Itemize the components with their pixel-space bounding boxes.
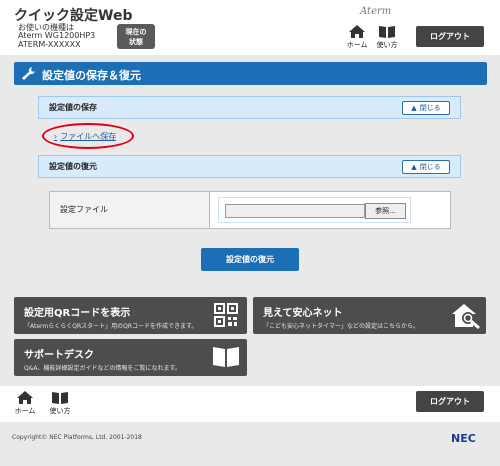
qr-code-tile[interactable]: 設定用QRコードを表示 「AtermらくらくQRスタート」用のQRコードを作成で…	[14, 297, 247, 334]
device-id: ATERM-XXXXXX	[18, 40, 81, 49]
footer-howto-nav[interactable]: 使い方	[47, 390, 73, 417]
home-icon	[349, 25, 365, 38]
home-nav[interactable]: ホーム	[344, 24, 370, 51]
restore-section-header: 設定値の復元 ▲ 閉じる	[38, 155, 461, 178]
anshin-tile-desc: 「こども安心ネットタイマー」などの設定はこちらから。	[263, 323, 420, 330]
current-status-button[interactable]: 現在の 状態	[117, 24, 155, 49]
howto-nav[interactable]: 使い方	[374, 24, 400, 51]
browse-button[interactable]: 参照...	[365, 203, 406, 219]
file-picker: 参照...	[218, 197, 411, 223]
save-section-close-button[interactable]: ▲ 閉じる	[402, 101, 450, 115]
book-icon	[379, 26, 395, 38]
nec-logo: NEC	[451, 432, 476, 445]
close-label: 閉じる	[419, 163, 441, 171]
file-path-field[interactable]	[225, 204, 365, 218]
bullet-icon: ›	[54, 132, 58, 141]
save-link-row: › ファイルへ保存	[38, 120, 461, 152]
footer-home-label: ホーム	[14, 407, 36, 415]
footer-home-nav[interactable]: ホーム	[12, 390, 38, 417]
status-button-line2: 状態	[129, 38, 143, 46]
qr-tile-desc: 「AtermらくらくQRスタート」用のQRコードを作成できます。	[24, 323, 198, 330]
copyright-text: Copyright© NEC Platforms, Ltd. 2001-2018	[12, 434, 142, 441]
home-label: ホーム	[346, 41, 368, 49]
house-search-icon	[452, 304, 480, 329]
settings-file-label-cell: 設定ファイル	[50, 192, 210, 228]
chevron-up-icon: ▲	[411, 104, 417, 112]
home-icon	[17, 391, 33, 404]
anshin-tile-title: 見えて安心ネット	[263, 308, 343, 319]
logout-button[interactable]: ログアウト	[416, 26, 484, 47]
support-tile-title: サポートデスク	[24, 350, 94, 361]
wrench-icon	[22, 67, 35, 80]
support-tile-desc: Q&A、機能詳細設定ガイドなどの情報をご覧になれます。	[24, 365, 181, 372]
save-to-file-link[interactable]: › ファイルへ保存	[54, 131, 116, 142]
restore-section-title: 設定値の復元	[49, 162, 97, 171]
save-section-header: 設定値の保存 ▲ 閉じる	[38, 96, 461, 119]
restore-settings-button[interactable]: 設定値の復元	[201, 248, 299, 271]
howto-label: 使い方	[376, 41, 398, 49]
status-button-line1: 現在の	[125, 28, 147, 36]
footer-nav: ホーム 使い方 ログアウト	[0, 386, 500, 422]
page-title: 設定値の保存＆復元	[42, 69, 141, 82]
settings-file-table: 設定ファイル 参照...	[49, 191, 451, 229]
settings-file-label: 設定ファイル	[60, 205, 108, 214]
save-link-label: ファイルへ保存	[60, 132, 117, 141]
footer-logout-button[interactable]: ログアウト	[416, 391, 484, 412]
save-section-title: 設定値の保存	[49, 103, 97, 112]
aterm-logo: Aterm	[360, 6, 392, 17]
qr-tile-title: 設定用QRコードを表示	[24, 308, 131, 319]
footer-howto-label: 使い方	[49, 407, 71, 415]
book-icon	[52, 392, 68, 404]
mieru-anshin-net-tile[interactable]: 見えて安心ネット 「こども安心ネットタイマー」などの設定はこちらから。	[253, 297, 486, 334]
restore-section-close-button[interactable]: ▲ 閉じる	[402, 160, 450, 174]
chevron-up-icon: ▲	[411, 163, 417, 171]
book-icon	[213, 347, 239, 367]
header: クイック設定Web お使いの機種は Aterm WG1200HP3 ATERM-…	[0, 0, 500, 55]
page-title-bar: 設定値の保存＆復元	[14, 62, 487, 85]
device-model: Aterm WG1200HP3	[18, 31, 96, 40]
support-desk-tile[interactable]: サポートデスク Q&A、機能詳細設定ガイドなどの情報をご覧になれます。	[14, 339, 247, 376]
close-label: 閉じる	[419, 104, 441, 112]
qr-code-icon	[214, 303, 238, 327]
